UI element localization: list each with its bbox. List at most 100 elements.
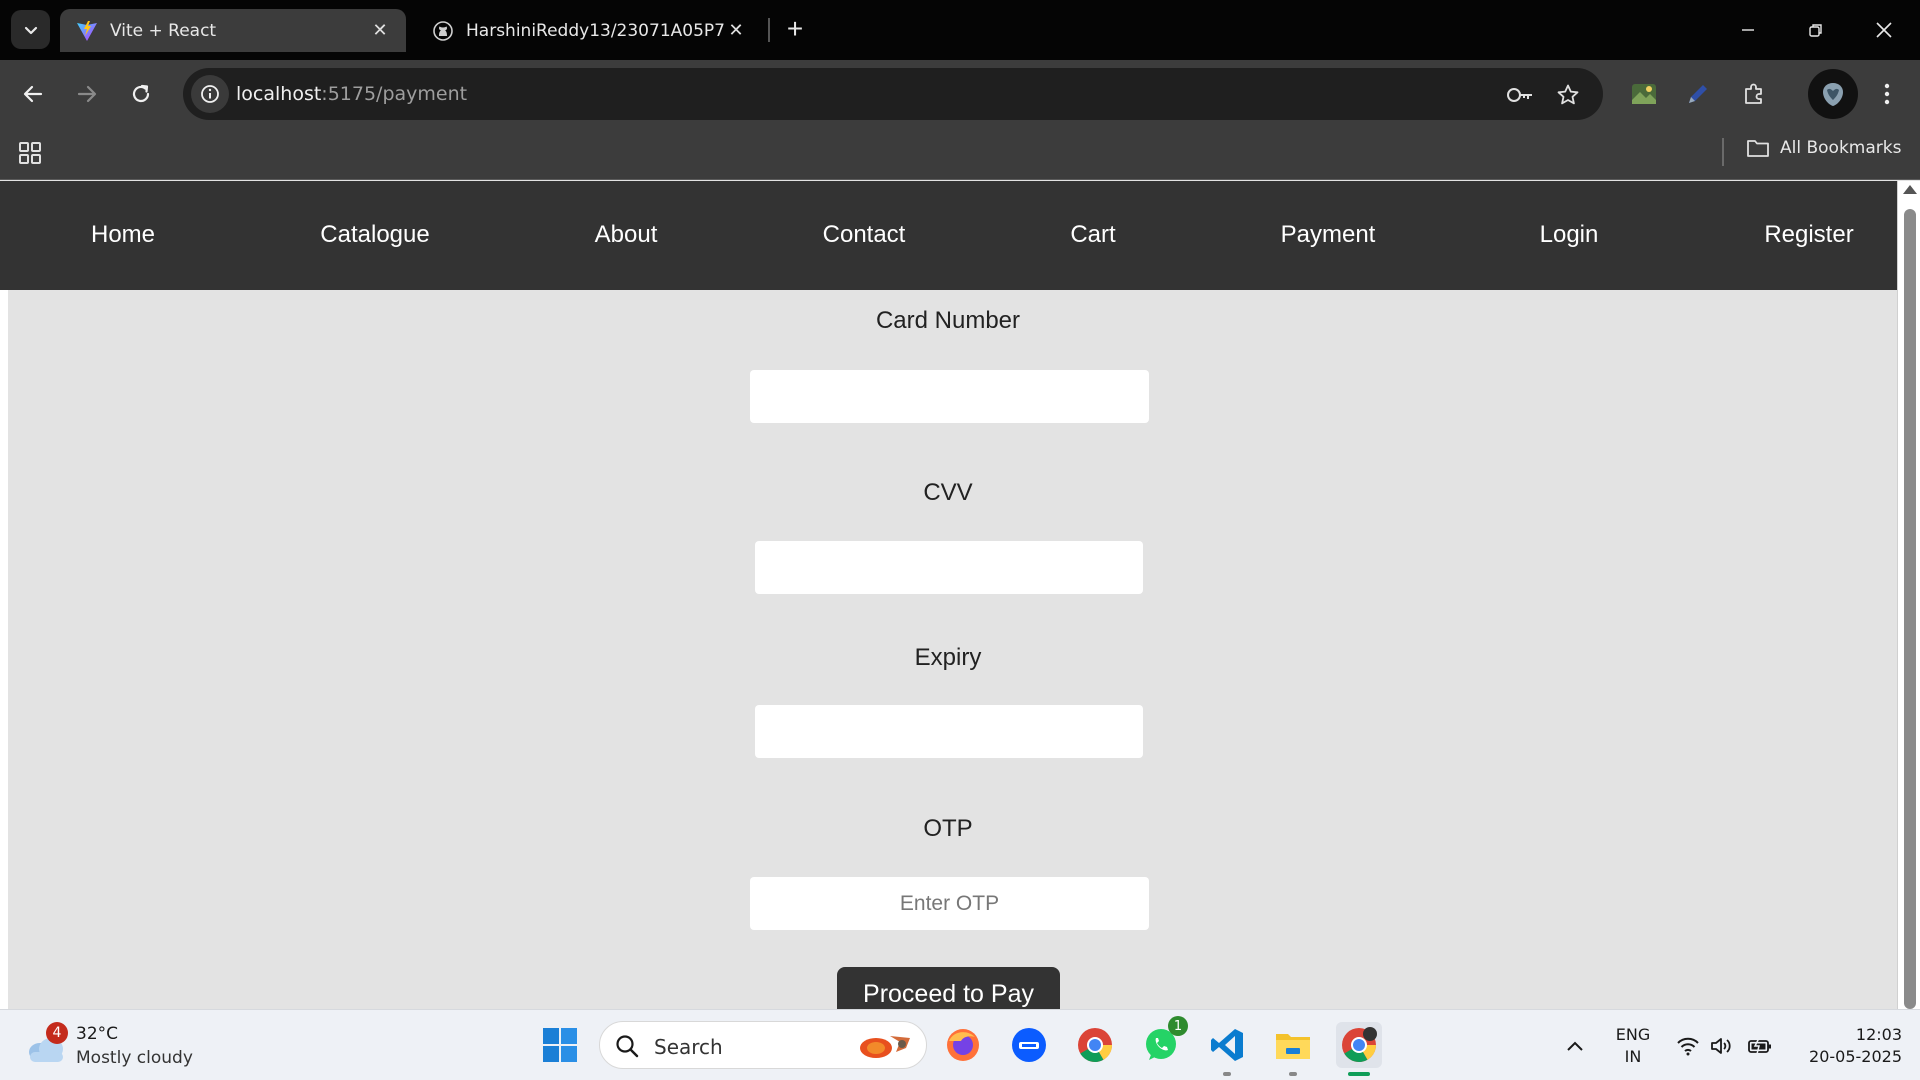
url-text[interactable]: localhost:5175/payment (236, 83, 467, 105)
page-left-edge (0, 290, 8, 1009)
pen-extension-icon[interactable] (1678, 74, 1718, 114)
restore-button[interactable] (1782, 0, 1850, 60)
chevron-up-icon (1567, 1041, 1583, 1051)
folder-icon (1747, 140, 1769, 157)
close-window-button[interactable] (1850, 0, 1918, 60)
expiry-input[interactable] (755, 705, 1143, 758)
scroll-up-arrow-icon[interactable] (1903, 185, 1917, 194)
proceed-to-pay-button[interactable]: Proceed to Pay (837, 967, 1060, 1009)
tab-github[interactable]: HarshiniReddy13/23071A05P7_ ✕ (416, 9, 762, 52)
apps-grid-icon[interactable] (17, 140, 43, 166)
card-number-label: Card Number (875, 307, 1021, 334)
nav-link-about[interactable]: About (595, 221, 658, 249)
minimize-button[interactable] (1714, 0, 1782, 60)
close-icon[interactable]: ✕ (368, 19, 392, 43)
browser-toolbar: localhost:5175/payment (0, 60, 1920, 128)
show-hidden-icons-button[interactable] (1560, 1010, 1590, 1080)
windows-taskbar: 4 32°C Mostly cloudy Search 1 ENG IN 12:… (0, 1009, 1920, 1080)
weather-temp: 32°C (76, 1024, 119, 1044)
cvv-input[interactable] (755, 541, 1143, 594)
battery-icon[interactable] (1745, 1010, 1775, 1080)
otp-label: OTP (923, 815, 973, 842)
info-icon (201, 85, 219, 103)
back-button[interactable] (13, 74, 53, 114)
payment-form: Card Number CVV Expiry OTP Proceed to Pa… (8, 290, 1897, 1009)
nav-link-home[interactable]: Home (91, 221, 155, 249)
restore-icon (1809, 24, 1822, 37)
arrow-right-icon (77, 85, 97, 103)
url-host: localhost (236, 83, 322, 105)
nav-link-cart[interactable]: Cart (1070, 221, 1115, 249)
nav-link-register[interactable]: Register (1764, 221, 1853, 249)
search-highlight-art-icon (860, 1036, 910, 1058)
tab-search-button[interactable] (11, 10, 50, 49)
nav-link-catalogue[interactable]: Catalogue (320, 221, 429, 249)
otp-input[interactable] (750, 877, 1149, 930)
vscode-icon (1211, 1029, 1243, 1061)
windows-logo-icon (543, 1028, 577, 1062)
taskbar-whatsapp[interactable]: 1 (1138, 1016, 1188, 1068)
profile-avatar[interactable] (1808, 69, 1858, 119)
bookmarks-bar: All Bookmarks (0, 128, 1920, 180)
running-indicator (1348, 1072, 1370, 1076)
nav-link-payment[interactable]: Payment (1281, 221, 1376, 249)
chrome-icon (1342, 1027, 1377, 1062)
language-indicator[interactable]: ENG IN (1608, 1024, 1658, 1068)
taskbar-zoom[interactable] (1006, 1022, 1052, 1068)
card-number-input[interactable] (750, 370, 1149, 423)
whatsapp-badge: 1 (1168, 1016, 1188, 1036)
all-bookmarks-button[interactable]: All Bookmarks (1746, 138, 1901, 158)
windows-start-button[interactable] (537, 1022, 583, 1068)
site-info-button[interactable] (191, 75, 229, 113)
wifi-icon[interactable] (1674, 1010, 1702, 1080)
vite-icon (76, 20, 98, 42)
clock-date: 20-05-2025 (1809, 1047, 1902, 1066)
expiry-label: Expiry (914, 644, 982, 671)
close-icon[interactable]: ✕ (724, 19, 748, 43)
search-icon (616, 1035, 639, 1058)
tab-vite-react[interactable]: Vite + React ✕ (60, 9, 406, 52)
nav-link-contact[interactable]: Contact (823, 221, 906, 249)
new-tab-button[interactable]: + (779, 13, 811, 45)
avatar-icon (1823, 83, 1843, 106)
taskbar-chrome[interactable] (1072, 1022, 1118, 1068)
taskbar-chrome-profile[interactable] (1336, 1022, 1382, 1076)
nav-link-login[interactable]: Login (1540, 221, 1599, 249)
search-label: Search (654, 1035, 723, 1059)
reload-icon (132, 84, 150, 103)
page-scrollbar[interactable] (1897, 181, 1920, 1009)
weather-condition: Mostly cloudy (76, 1048, 193, 1068)
tab-title: Vite + React (110, 20, 217, 41)
browser-menu-button[interactable] (1867, 74, 1907, 114)
extension-landscape-icon[interactable] (1624, 74, 1664, 114)
password-key-icon[interactable] (1504, 79, 1536, 111)
browser-tabstrip: Vite + React ✕ HarshiniReddy13/23071A05P… (0, 0, 1920, 60)
taskbar-search[interactable]: Search (599, 1021, 927, 1069)
system-clock[interactable]: 12:03 20-05-2025 (1790, 1024, 1902, 1068)
language-line2: IN (1624, 1047, 1642, 1066)
arrow-left-icon (23, 85, 43, 103)
taskbar-firefox[interactable] (940, 1022, 986, 1068)
taskbar-vscode[interactable] (1204, 1022, 1250, 1076)
weather-widget[interactable]: 4 32°C Mostly cloudy (26, 1022, 226, 1070)
taskbar-file-explorer[interactable] (1270, 1022, 1316, 1076)
clock-time: 12:03 (1855, 1025, 1902, 1044)
scrollbar-thumb[interactable] (1904, 209, 1916, 1009)
tab-title: HarshiniReddy13/23071A05P7_ (466, 20, 724, 41)
page-viewport: Home Catalogue About Contact Cart Paymen… (0, 181, 1920, 1009)
forward-button[interactable] (67, 74, 107, 114)
language-line1: ENG (1615, 1025, 1651, 1044)
zoom-icon (1012, 1028, 1046, 1062)
bookmark-star-icon[interactable] (1552, 79, 1584, 111)
volume-icon[interactable] (1708, 1010, 1736, 1080)
address-bar[interactable]: localhost:5175/payment (183, 68, 1603, 120)
weather-badge: 4 (46, 1022, 68, 1044)
minimize-icon (1742, 29, 1754, 31)
extensions-puzzle-icon[interactable] (1734, 74, 1774, 114)
tab-separator (768, 18, 770, 42)
running-indicator (1223, 1072, 1231, 1076)
url-path: :5175/payment (321, 83, 468, 105)
site-navbar: Home Catalogue About Contact Cart Paymen… (0, 181, 1897, 290)
reload-button[interactable] (121, 74, 161, 114)
firefox-icon (947, 1029, 979, 1061)
